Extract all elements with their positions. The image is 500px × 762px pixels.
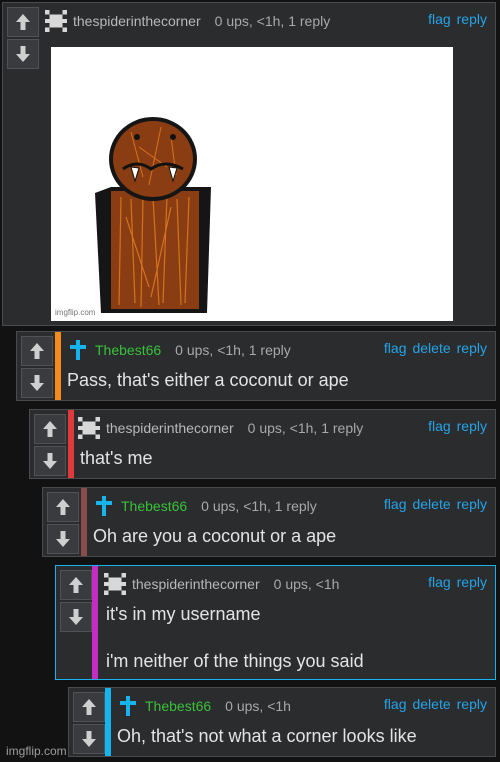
reply-link[interactable]: reply: [457, 340, 487, 356]
comment-meta: 0 ups, <1h, 1 reply: [201, 498, 317, 514]
comment-5: thespiderinthecorner 0 ups, <1h flag rep…: [55, 565, 496, 680]
comment-6: Thebest66 0 ups, <1h flag delete reply O…: [68, 687, 496, 757]
upvote-button[interactable]: [21, 336, 53, 366]
comment-actions: flag reply: [428, 418, 487, 434]
drawing-image: [51, 47, 453, 321]
cross-avatar-icon[interactable]: [67, 339, 89, 361]
image-watermark: imgflip.com: [55, 308, 96, 317]
comment-header: thespiderinthecorner 0 ups, <1h: [104, 573, 340, 595]
comment-header: Thebest66 0 ups, <1h, 1 reply: [67, 340, 291, 360]
comment-meta: 0 ups, <1h: [273, 576, 340, 592]
username-link[interactable]: thespiderinthecorner: [132, 576, 260, 592]
flag-link[interactable]: flag: [428, 574, 451, 590]
comment-4: Thebest66 0 ups, <1h, 1 reply flag delet…: [42, 487, 496, 557]
thread-accent-bar: [81, 488, 87, 556]
username-link[interactable]: Thebest66: [95, 342, 161, 358]
downvote-button[interactable]: [34, 446, 66, 476]
vote-controls: [73, 692, 109, 754]
reply-link[interactable]: reply: [457, 574, 487, 590]
comment-meta: 0 ups, <1h: [225, 698, 291, 714]
downvote-button[interactable]: [7, 39, 39, 69]
vote-controls: [60, 570, 96, 632]
downvote-button[interactable]: [73, 724, 105, 754]
comment-text: Pass, that's either a coconut or ape: [67, 370, 349, 390]
delete-link[interactable]: delete: [412, 496, 450, 512]
comment-meta: 0 ups, <1h, 1 reply: [214, 13, 331, 29]
cross-avatar-icon[interactable]: [117, 695, 139, 717]
flag-link[interactable]: flag: [428, 11, 451, 27]
thread-accent-bar: [105, 688, 111, 756]
delete-link[interactable]: delete: [412, 696, 450, 712]
comment-actions: flag delete reply: [384, 340, 487, 356]
imgflip-logo: imgflip.com: [6, 744, 67, 758]
vote-controls: [34, 414, 70, 476]
comment-meta: 0 ups, <1h, 1 reply: [247, 420, 364, 436]
vote-controls: [21, 336, 57, 398]
username-link[interactable]: Thebest66: [121, 498, 187, 514]
reply-link[interactable]: reply: [457, 696, 487, 712]
reply-link[interactable]: reply: [457, 496, 487, 512]
flag-link[interactable]: flag: [428, 418, 451, 434]
comment-actions: flag delete reply: [384, 696, 487, 712]
thread-accent-bar: [55, 332, 61, 400]
upvote-button[interactable]: [47, 492, 79, 522]
comment-actions: flag delete reply: [384, 496, 487, 512]
downvote-button[interactable]: [60, 602, 92, 632]
pixel-avatar-icon[interactable]: [104, 573, 126, 595]
thread-accent-bar: [92, 566, 98, 679]
pixel-avatar-icon[interactable]: [78, 417, 100, 439]
username-link[interactable]: Thebest66: [145, 698, 211, 714]
flag-link[interactable]: flag: [384, 496, 407, 512]
comment-header: Thebest66 0 ups, <1h: [117, 696, 291, 716]
reply-link[interactable]: reply: [457, 11, 487, 27]
comment-text: it's in my username: [106, 604, 261, 624]
flag-link[interactable]: flag: [384, 340, 407, 356]
reply-link[interactable]: reply: [457, 418, 487, 434]
comment-text: Oh are you a coconut or a ape: [93, 526, 337, 546]
comment-text: Oh, that's not what a corner looks like: [117, 726, 417, 746]
comment-3: thespiderinthecorner 0 ups, <1h, 1 reply…: [29, 409, 496, 479]
vote-controls: [7, 7, 43, 69]
vote-controls: [47, 492, 83, 554]
username-link[interactable]: thespiderinthecorner: [106, 420, 234, 436]
comment-meta: 0 ups, <1h, 1 reply: [175, 342, 291, 358]
pixel-avatar-icon[interactable]: [45, 10, 67, 32]
upvote-button[interactable]: [73, 692, 105, 722]
comment-header: Thebest66 0 ups, <1h, 1 reply: [93, 496, 317, 516]
thread-accent-bar: [68, 410, 74, 478]
comment-header: thespiderinthecorner 0 ups, <1h, 1 reply: [78, 417, 364, 439]
delete-link[interactable]: delete: [412, 340, 450, 356]
comment-text: that's me: [80, 448, 153, 468]
comment-1: thespiderinthecorner 0 ups, <1h, 1 reply…: [2, 2, 496, 326]
comment-text-line-2: i'm neither of the things you said: [106, 651, 364, 671]
downvote-button[interactable]: [21, 368, 53, 398]
comment-2: Thebest66 0 ups, <1h, 1 reply flag delet…: [16, 331, 496, 401]
comment-actions: flag reply: [428, 574, 487, 590]
comment-actions: flag reply: [428, 11, 487, 27]
comment-header: thespiderinthecorner 0 ups, <1h, 1 reply: [45, 10, 331, 32]
flag-link[interactable]: flag: [384, 696, 407, 712]
cross-avatar-icon[interactable]: [93, 495, 115, 517]
username-link[interactable]: thespiderinthecorner: [73, 13, 201, 29]
upvote-button[interactable]: [60, 570, 92, 600]
upvote-button[interactable]: [34, 414, 66, 444]
upvote-button[interactable]: [7, 7, 39, 37]
comment-image[interactable]: imgflip.com: [51, 47, 453, 321]
downvote-button[interactable]: [47, 524, 79, 554]
